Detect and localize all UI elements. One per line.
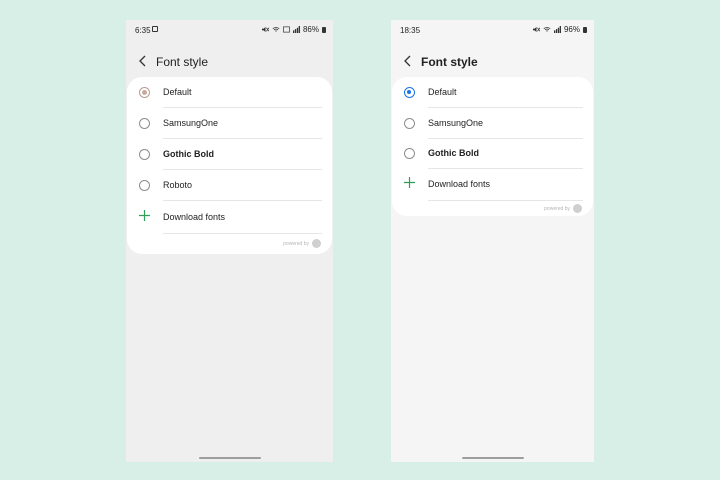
provider-logo-icon [573, 204, 582, 213]
font-option-gothic-bold[interactable]: Gothic Bold [127, 139, 332, 170]
battery-percent: 96% [563, 25, 580, 34]
battery-percent: 86% [302, 25, 319, 34]
signal-icon [553, 26, 561, 33]
app-bar: Font style [391, 53, 594, 73]
font-option-label: Default [428, 87, 457, 97]
plus-icon [404, 177, 415, 188]
wifi-icon [543, 27, 551, 32]
font-option-roboto[interactable]: Roboto [127, 170, 332, 201]
signal-icon [292, 26, 300, 33]
divider [163, 233, 322, 234]
font-option-label: SamsungOne [428, 118, 484, 128]
download-fonts-button[interactable]: Download fonts [127, 201, 332, 234]
radio-button[interactable] [404, 118, 415, 129]
font-option-default[interactable]: Default [392, 77, 593, 108]
font-option-gothic-bold[interactable]: Gothic Bold [392, 138, 593, 169]
download-fonts-label: Download fonts [163, 212, 226, 222]
home-indicator[interactable] [461, 457, 524, 459]
mute-icon [261, 26, 269, 33]
status-bar: 18:35 96% [391, 20, 594, 40]
battery-icon [583, 26, 587, 33]
radio-button[interactable] [139, 180, 150, 191]
font-options-card: Default SamsungOne Gothic Bold Roboto Do… [127, 77, 332, 254]
powered-by: powered by [544, 204, 582, 213]
plus-icon [139, 210, 150, 221]
font-option-default[interactable]: Default [127, 77, 332, 108]
right-phone-screen: 18:35 96% Font style Default SamsungOne … [391, 20, 594, 462]
page-title: Font style [421, 55, 478, 69]
font-option-samsungone[interactable]: SamsungOne [127, 108, 332, 139]
status-time: 18:35 [400, 26, 421, 35]
battery-icon [322, 26, 326, 33]
radio-button[interactable] [404, 87, 415, 98]
mute-icon [532, 26, 540, 33]
home-indicator[interactable] [198, 457, 261, 459]
font-option-label: Gothic Bold [428, 148, 479, 158]
radio-button[interactable] [139, 87, 150, 98]
left-phone-screen: 6:35 86% Font style Default SamsungOne G… [126, 20, 333, 462]
wifi-icon [272, 27, 280, 32]
font-option-samsungone[interactable]: SamsungOne [392, 108, 593, 139]
provider-logo-icon [312, 239, 321, 248]
font-options-card: Default SamsungOne Gothic Bold Download … [392, 77, 593, 216]
page-title: Font style [156, 55, 209, 69]
radio-button[interactable] [139, 149, 150, 160]
gallery-notification-icon [152, 26, 158, 32]
back-arrow-icon[interactable] [136, 54, 150, 68]
font-option-label: Default [163, 87, 192, 97]
status-time: 6:35 [135, 26, 151, 35]
font-option-label: SamsungOne [163, 118, 219, 128]
status-bar: 6:35 86% [126, 20, 333, 40]
powered-by-text: powered by [544, 205, 570, 212]
divider [428, 200, 583, 201]
back-arrow-icon[interactable] [401, 54, 415, 68]
font-option-label: Roboto [163, 180, 193, 190]
download-fonts-button[interactable]: Download fonts [392, 168, 593, 201]
powered-by: powered by [283, 239, 321, 248]
radio-button[interactable] [139, 118, 150, 129]
radio-button[interactable] [404, 148, 415, 159]
volte-icon [283, 26, 290, 33]
download-fonts-label: Download fonts [428, 179, 491, 189]
powered-by-text: powered by [283, 240, 309, 247]
font-option-label: Gothic Bold [163, 149, 214, 159]
app-bar: Font style [126, 53, 333, 73]
